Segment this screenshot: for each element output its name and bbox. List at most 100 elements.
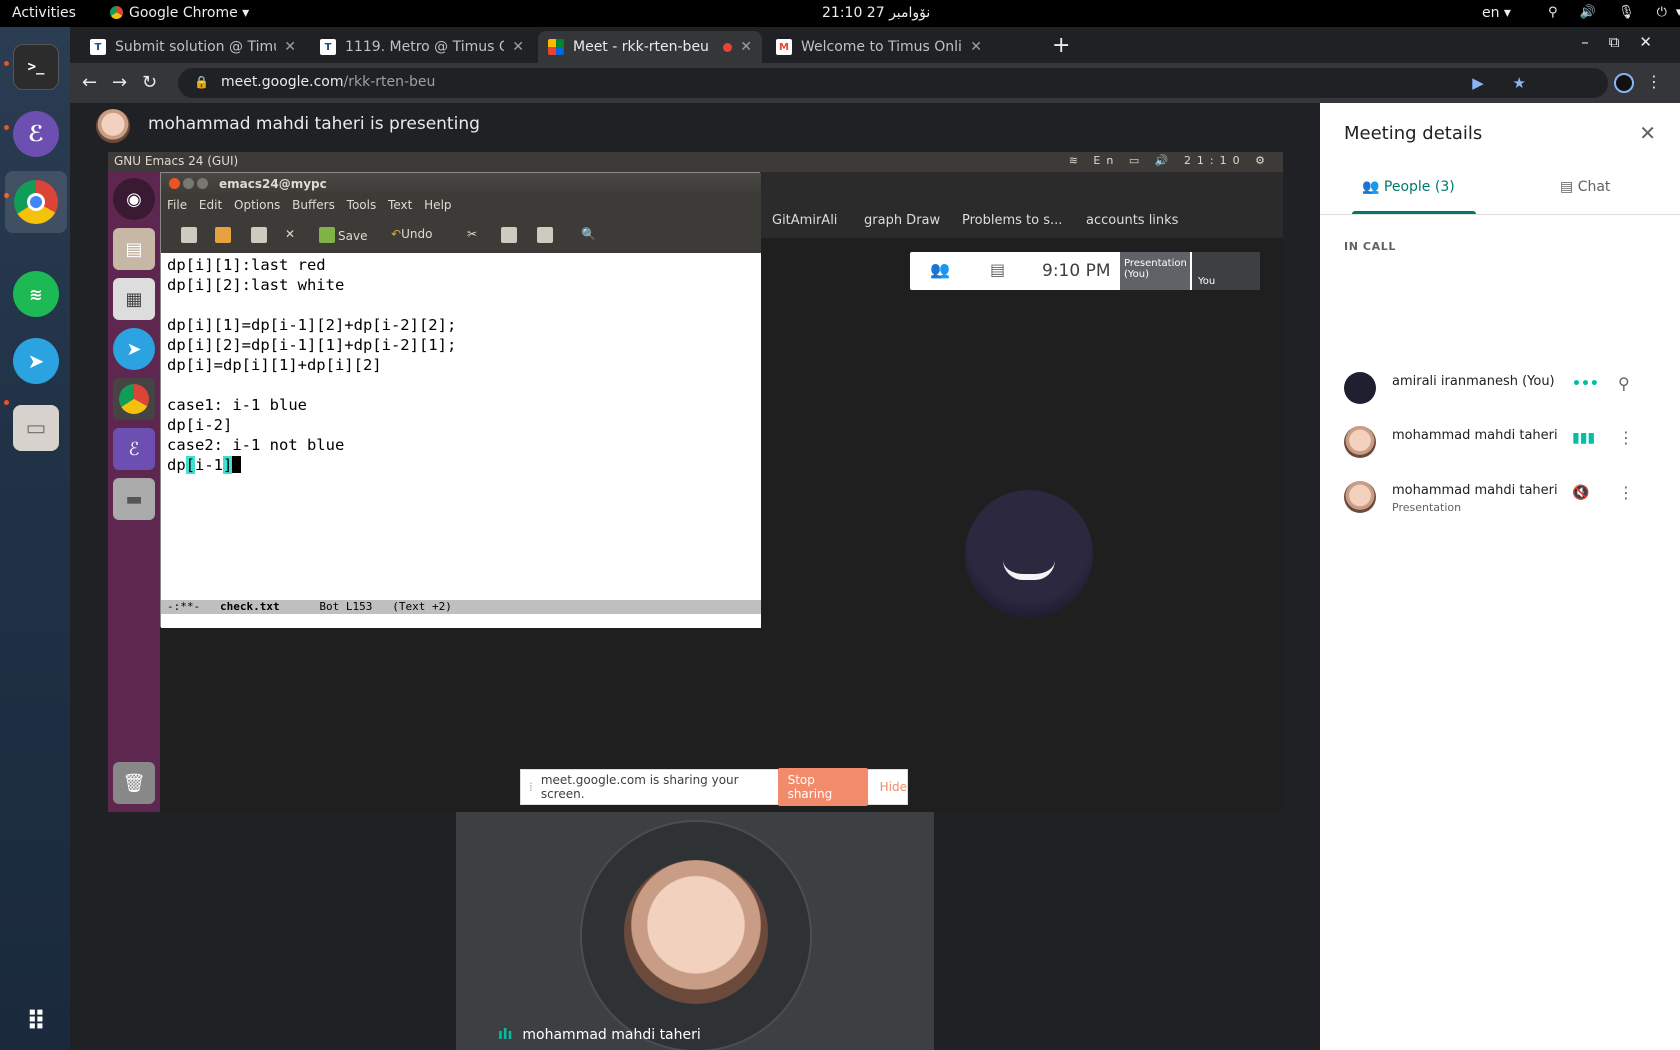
copy-icon [501,227,520,243]
cut-icon: ✂ [467,227,478,241]
people-icon: 👥 [1362,179,1384,195]
panel-title: Meeting details [1344,123,1483,144]
speaking-indicator-icon: ▮▮▮ [1572,430,1596,446]
address-bar[interactable]: 🔒 meet.google.com/rkk-rten-beu ▶ ★ [178,68,1608,98]
buffer-line: dp[i][2]=dp[i-1][1]+dp[i-2][1]; [167,336,457,354]
emacs-menu-edit: Edit [198,198,223,212]
divider [1320,214,1680,215]
participant-tile[interactable]: ılı mohammad mahdi taheri [456,812,934,1050]
buffer-line: case2: i-1 not blue [167,436,345,454]
files-icon: ▤ [113,228,155,270]
dired-icon [251,227,270,243]
show-applications-icon[interactable]: ⠿ [13,999,59,1045]
remote-lang: En [1093,154,1120,167]
buffer-line: dp[i][1]=dp[i-1][2]+dp[i-2][2]; [167,316,457,334]
reload-icon[interactable]: ↻ [142,72,157,93]
browser-tab-active[interactable]: Meet - rkk-rten-beu ✕ [538,31,762,63]
participant-row[interactable]: mohammad mahdi taheri ▮▮▮ ⋮ [1344,422,1664,462]
tab-close-icon[interactable]: ✕ [284,39,296,55]
emacs-titlebar: emacs24@mypc [161,173,761,195]
paste-icon [537,227,556,243]
close-icon[interactable]: ✕ [1639,121,1656,145]
chat-icon: ▤ [1560,179,1578,195]
telegram-icon[interactable]: ➤ [13,338,59,384]
gnome-top-bar: Activities Google Chrome ▾ 21:10 27 نۆوا… [0,0,1680,27]
running-indicator [4,61,9,66]
participant-row[interactable]: mohammad mahdi taheri Presentation 🔇 ⋮ [1344,477,1664,517]
terminal-icon[interactable]: >_ [13,44,59,90]
remote-window-title: GNU Emacs 24 (GUI) [114,154,239,168]
modeline-status: -:**- [167,600,201,613]
pin-icon[interactable]: ⚲ [1618,374,1630,393]
tab-title: 1119. Metro @ Timus Onli [345,39,504,55]
stop-sharing-button[interactable]: Stop sharing [777,768,868,806]
avatar [96,109,130,143]
tab-close-icon[interactable]: ✕ [740,39,752,55]
window-controls[interactable]: –⧉✕ [1581,33,1672,51]
buffer-line-current: dp[i-1] [167,455,761,475]
text-cursor [232,456,242,473]
chat-icon: ▤ [990,260,1006,279]
emacs-icon[interactable]: ℰ [13,111,59,157]
spotify-icon[interactable]: ≋ [13,271,59,317]
bookmark: graph Draw [864,213,941,228]
browser-tab[interactable]: T 1119. Metro @ Timus Onli ✕ [310,31,534,63]
buffer-line: dp[i-2] [167,416,233,434]
remote-meet-bar: 👥 ▤ 9:10 PM Presentation (You) You [910,252,1260,290]
app-menu[interactable]: Google Chrome ▾ [110,5,249,21]
modeline-mode: (Text +2) [392,600,452,613]
emacs-menubar: File Edit Options Buffers Tools Text Hel… [161,195,761,217]
tab-close-icon[interactable]: ✕ [970,39,982,55]
open-folder-icon [215,227,234,243]
profile-avatar[interactable] [1614,73,1634,93]
participant-name: mohammad mahdi taheri [1392,428,1558,443]
screen-share-banner: ⁞ meet.google.com is sharing your screen… [520,768,908,806]
tab-close-icon[interactable]: ✕ [512,39,524,55]
files-icon[interactable]: ▭ [13,405,59,451]
omnibox-icons[interactable]: ▶ ★ [1472,74,1538,92]
language-indicator[interactable]: en ▾ [1482,5,1511,21]
tab-people[interactable]: 👥 People (3) [1362,179,1455,195]
chrome-window: T Submit solution @ Timus ✕ T 1119. Metr… [70,27,1680,1050]
bookmark: GitAmirAli [772,213,838,228]
more-options-icon[interactable]: ⋮ [1618,428,1634,447]
avatar [1344,426,1376,458]
chrome-dock-icon[interactable] [5,171,67,233]
window-buttons [169,178,211,192]
participant-row[interactable]: amirali iranmanesh (You) ••• ⚲ [1344,368,1664,408]
trash-icon: 🗑 [113,762,155,804]
emacs-modeline: -:**- check.txt Bot L153 (Text +2) [161,600,761,614]
forward-icon[interactable]: → [112,72,127,93]
hide-button[interactable]: Hide [880,780,907,794]
bookmark: accounts links [1086,213,1179,228]
avatar [624,860,768,1004]
calculator-icon: ▦ [113,278,155,320]
tab-chat[interactable]: ▤ Chat [1560,179,1610,195]
presenting-bar: mohammad mahdi taheri is presenting [70,103,1320,147]
back-icon[interactable]: ← [82,72,97,93]
tab-title: Submit solution @ Timus [115,39,277,55]
paren-highlight: ] [223,456,233,474]
modeline-position: Bot L153 [319,600,373,613]
drag-handle-icon[interactable]: ⁞ [529,780,533,794]
remote-presentation-tile: Presentation (You) [1120,252,1190,290]
save-label: Save [338,229,368,243]
new-tab-icon[interactable]: + [1052,33,1070,58]
clock[interactable]: 21:10 27 نۆوامبر [822,5,930,21]
system-menu-icons[interactable]: ⚲ 🔊 🎙 ⏻▾ [1548,5,1680,20]
share-banner-text: meet.google.com is sharing your screen. [540,773,739,801]
undo-tool: ↶Undo [391,227,433,241]
running-indicator [4,125,9,130]
emacs-menu-file: File [167,198,188,212]
muted-speaker-icon: 🔇 [1572,485,1590,501]
code-mid: i-1 [195,456,224,474]
modeline-file: check.txt [220,600,280,613]
browser-tab[interactable]: T Submit solution @ Timus ✕ [80,31,306,63]
browser-tab[interactable]: M Welcome to Timus Online ✕ [766,31,992,63]
more-options-icon[interactable]: ⋮ [1618,483,1634,502]
emacs-window: emacs24@mypc File Edit Options Buffers T… [160,172,761,628]
avatar [1344,481,1376,513]
chrome-menu-icon[interactable]: ⋮ [1646,72,1662,91]
participant-name-text: mohammad mahdi taheri [522,1027,701,1043]
activities-button[interactable]: Activities [12,5,76,21]
